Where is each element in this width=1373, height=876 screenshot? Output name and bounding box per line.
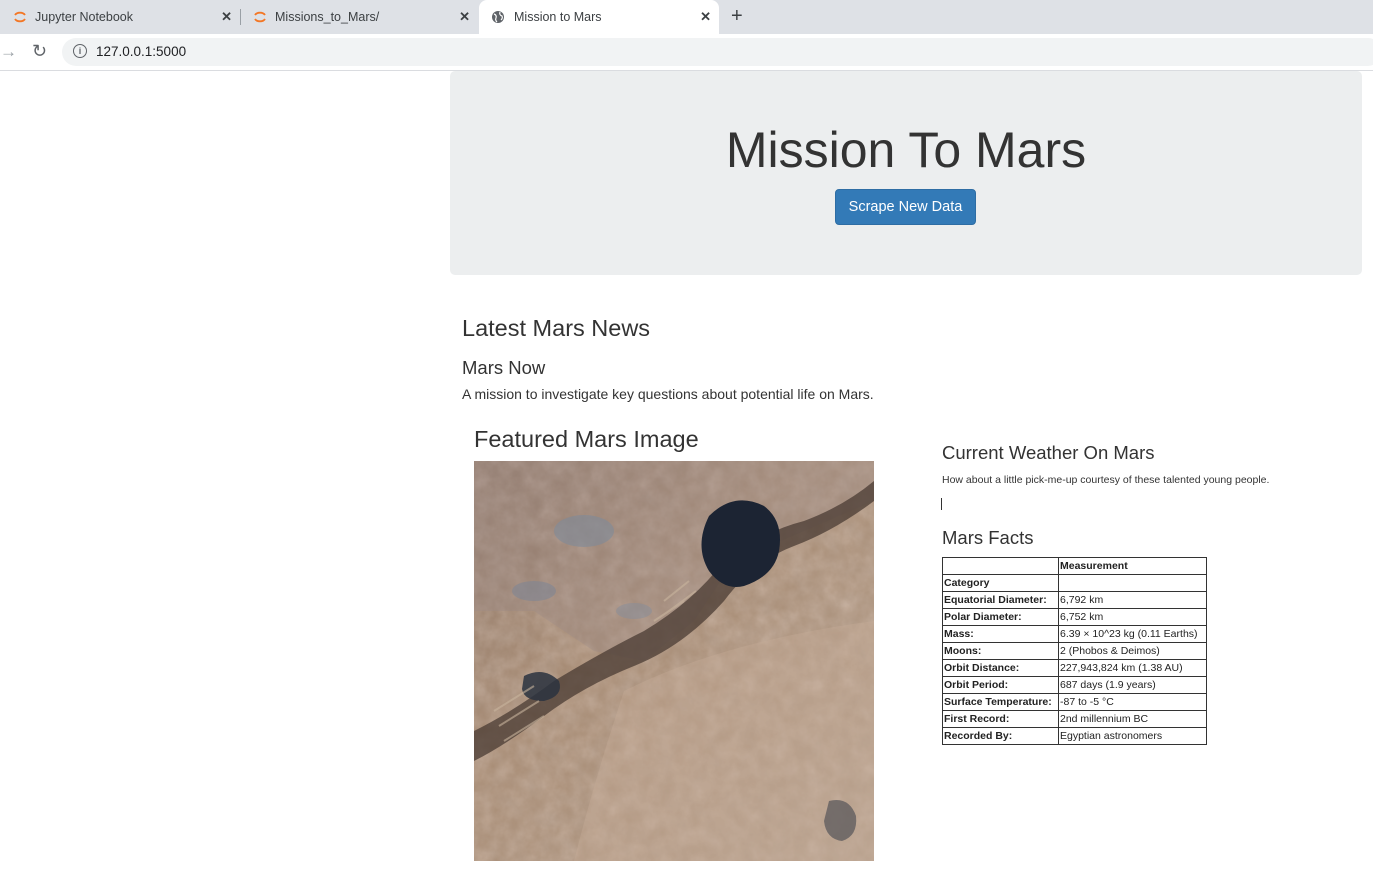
table-row: Equatorial Diameter: 6,792 km <box>942 591 1207 609</box>
tab-strip: Jupyter Notebook ✕ Missions_to_Mars/ ✕ M… <box>0 0 1373 34</box>
close-tab-icon[interactable]: ✕ <box>700 9 711 25</box>
info-icon[interactable]: i <box>73 44 87 58</box>
forward-icon[interactable]: → <box>0 42 17 62</box>
featured-mars-image <box>474 461 874 861</box>
new-tab-button[interactable]: + <box>731 5 743 28</box>
globe-icon <box>492 11 504 23</box>
table-index-label: Category <box>942 574 1059 592</box>
table-header-row: Measurement <box>942 557 1207 575</box>
fact-value: 2 (Phobos & Deimos) <box>1058 642 1207 660</box>
fact-label: Recorded By: <box>942 727 1059 745</box>
fact-value: 2nd millennium BC <box>1058 710 1207 728</box>
fact-label: Equatorial Diameter: <box>942 591 1059 609</box>
table-row: Polar Diameter: 6,752 km <box>942 608 1207 626</box>
table-row: Moons: 2 (Phobos & Deimos) <box>942 642 1207 660</box>
featured-image-heading: Featured Mars Image <box>474 426 699 452</box>
fact-label: Moons: <box>942 642 1059 660</box>
url-text[interactable]: 127.0.0.1:5000 <box>96 44 186 59</box>
scrape-new-data-button[interactable]: Scrape New Data <box>835 189 976 225</box>
fact-label: Orbit Distance: <box>942 659 1059 677</box>
close-tab-icon[interactable]: ✕ <box>459 9 470 25</box>
close-tab-icon[interactable]: ✕ <box>221 9 232 25</box>
table-header-cell <box>942 557 1059 575</box>
tab-label: Mission to Mars <box>514 10 602 24</box>
weather-heading: Current Weather On Mars <box>942 442 1155 463</box>
fact-label: Polar Diameter: <box>942 608 1059 626</box>
table-row: Surface Temperature: -87 to -5 °C <box>942 693 1207 711</box>
fact-label: Mass: <box>942 625 1059 643</box>
fact-value: 6.39 × 10^23 kg (0.11 Earths) <box>1058 625 1207 643</box>
jumbotron: Mission To Mars Scrape New Data <box>450 71 1362 275</box>
fact-label: Orbit Period: <box>942 676 1059 694</box>
fact-value: -87 to -5 °C <box>1058 693 1207 711</box>
table-row: Recorded By: Egyptian astronomers <box>942 727 1207 745</box>
tab-label: Jupyter Notebook <box>35 10 133 24</box>
news-heading: Latest Mars News <box>462 315 651 341</box>
news-title: Mars Now <box>462 357 546 378</box>
table-index-row: Category <box>942 574 1207 592</box>
table-row: Orbit Period: 687 days (1.9 years) <box>942 676 1207 694</box>
jupyter-icon <box>254 11 266 23</box>
tab-mission-to-mars[interactable]: Mission to Mars ✕ <box>479 0 719 34</box>
tab-label: Missions_to_Mars/ <box>275 10 380 24</box>
fact-value: 687 days (1.9 years) <box>1058 676 1207 694</box>
jupyter-icon <box>14 11 26 23</box>
browser-toolbar: → ↻ i 127.0.0.1:5000 <box>0 34 1373 71</box>
table-header-cell: Measurement <box>1058 557 1207 575</box>
table-row: First Record: 2nd millennium BC <box>942 710 1207 728</box>
fact-value: 227,943,824 km (1.38 AU) <box>1058 659 1207 677</box>
fact-value: 6,752 km <box>1058 608 1207 626</box>
reload-icon[interactable]: ↻ <box>32 41 47 62</box>
fact-label: Surface Temperature: <box>942 693 1059 711</box>
mars-facts-table: Measurement Category Equatorial Diameter… <box>942 557 1207 745</box>
page-title: Mission To Mars <box>725 122 1087 178</box>
text-cursor <box>941 498 942 510</box>
tab-missions-to-mars-folder[interactable]: Missions_to_Mars/ ✕ <box>240 0 478 34</box>
tab-jupyter-notebook[interactable]: Jupyter Notebook ✕ <box>0 0 240 34</box>
news-paragraph: A mission to investigate key questions a… <box>462 386 874 402</box>
weather-text: How about a little pick-me-up courtesy o… <box>942 474 1270 486</box>
fact-label: First Record: <box>942 710 1059 728</box>
table-row: Orbit Distance: 227,943,824 km (1.38 AU) <box>942 659 1207 677</box>
facts-heading: Mars Facts <box>942 527 1034 548</box>
address-bar[interactable]: i 127.0.0.1:5000 <box>62 38 1373 66</box>
fact-value: Egyptian astronomers <box>1058 727 1207 745</box>
fact-value: 6,792 km <box>1058 591 1207 609</box>
table-index-empty <box>1058 574 1207 592</box>
table-row: Mass: 6.39 × 10^23 kg (0.11 Earths) <box>942 625 1207 643</box>
